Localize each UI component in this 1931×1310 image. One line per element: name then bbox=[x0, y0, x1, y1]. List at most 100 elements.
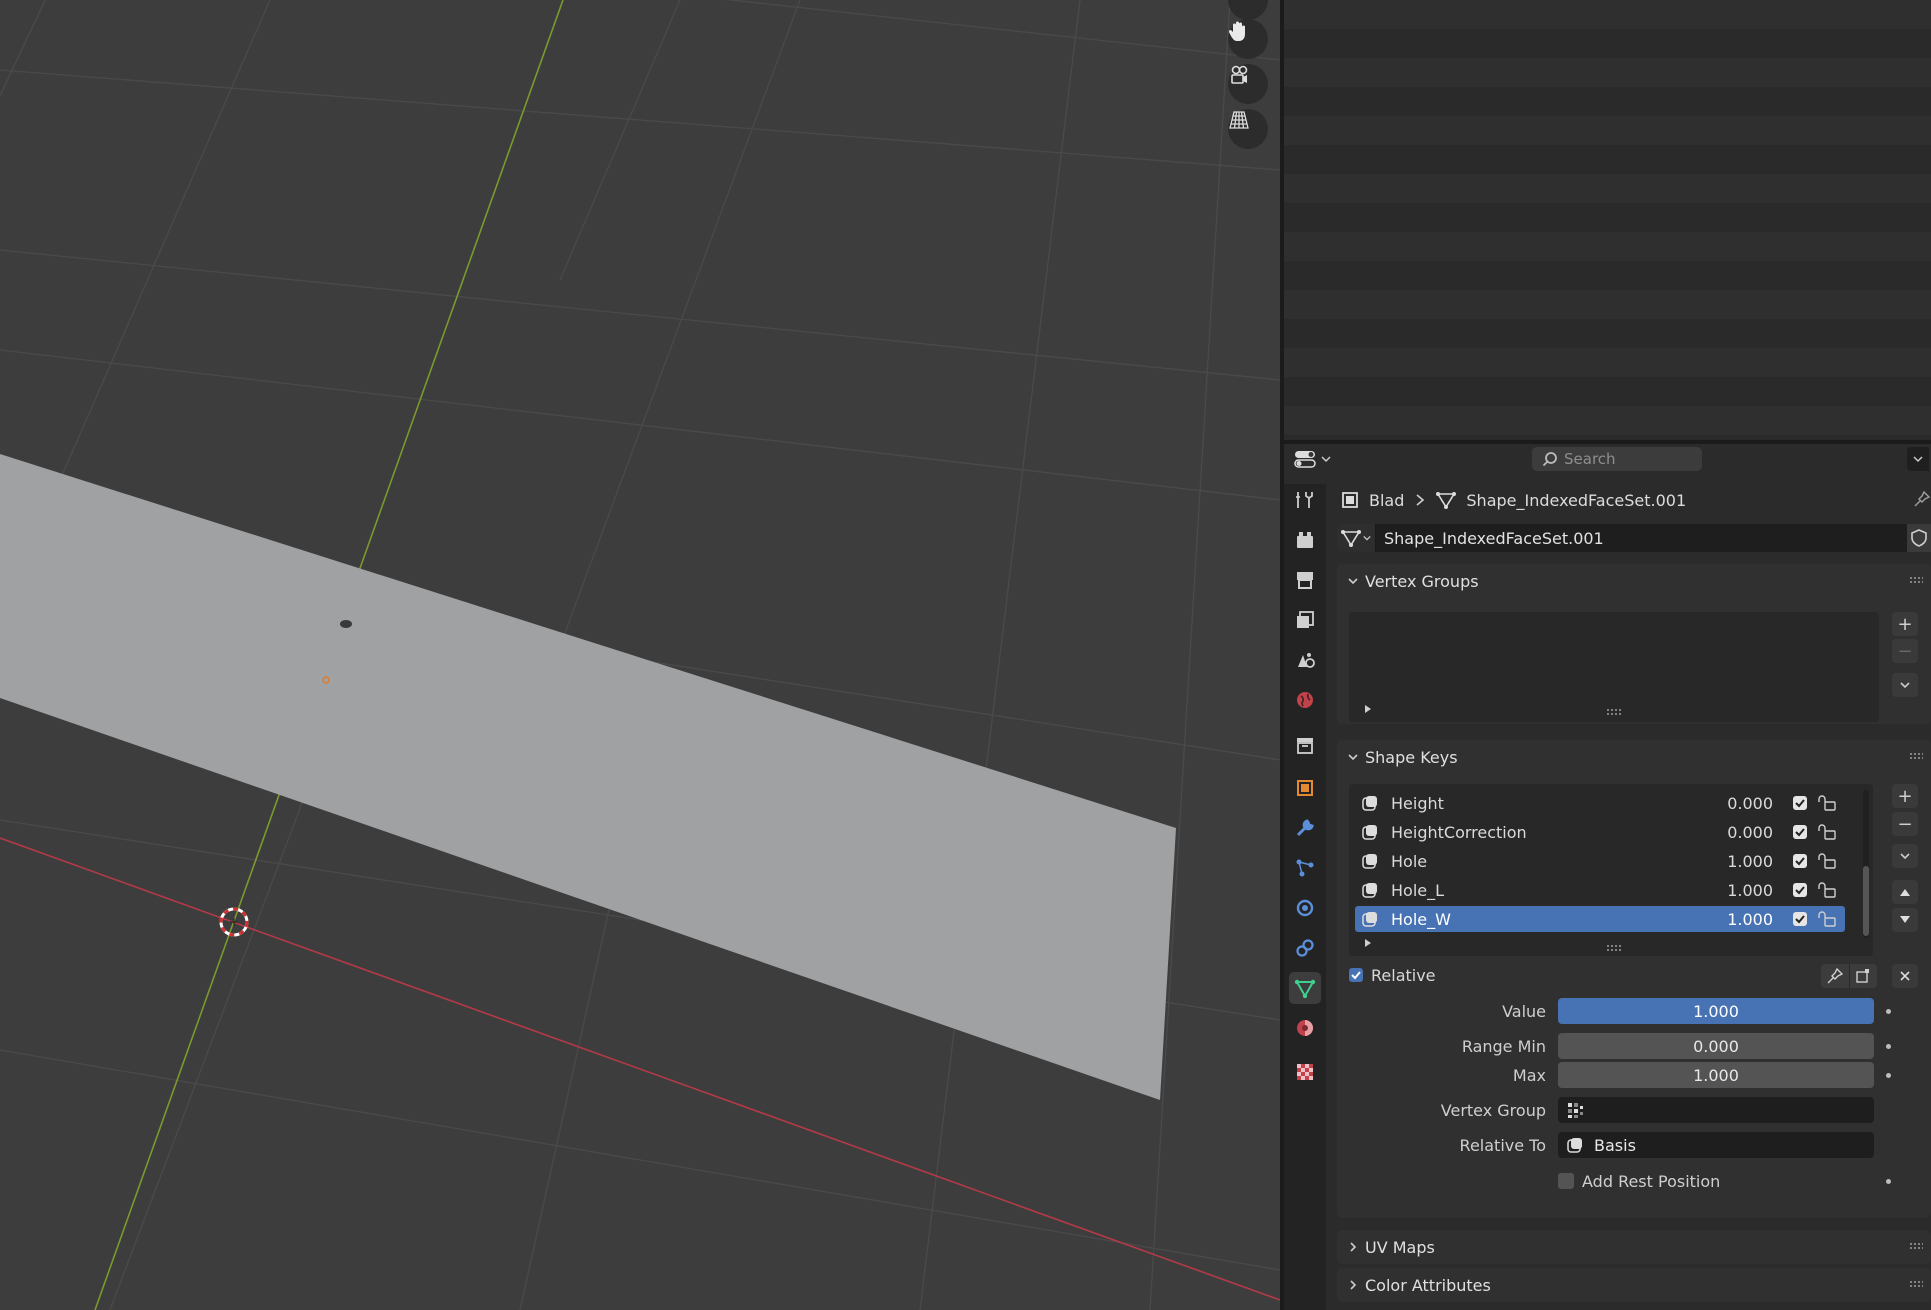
unlock-icon[interactable] bbox=[1817, 824, 1839, 840]
tab-tool[interactable] bbox=[1289, 484, 1321, 516]
viewport-canvas[interactable] bbox=[0, 0, 1280, 1310]
keyframe-dot-icon[interactable] bbox=[1886, 1178, 1891, 1184]
shape-keys-list[interactable]: Height 0.000 HeightCorrection 0.000 Hole 1.00… bbox=[1349, 784, 1873, 956]
tab-modifiers[interactable] bbox=[1289, 812, 1321, 844]
shape-keys-header[interactable]: Shape Keys bbox=[1337, 740, 1931, 774]
remove-shape-key-button[interactable]: − bbox=[1892, 812, 1918, 836]
relative-checkbox[interactable] bbox=[1349, 968, 1363, 982]
shape-key-name[interactable]: Hole_L bbox=[1391, 881, 1693, 900]
shape-key-row[interactable]: Height 0.000 bbox=[1355, 790, 1845, 816]
tab-particles[interactable] bbox=[1289, 852, 1321, 884]
uv-maps-panel[interactable]: UV Maps bbox=[1337, 1230, 1931, 1264]
tab-render[interactable] bbox=[1289, 524, 1321, 556]
camera-view-icon[interactable] bbox=[1228, 64, 1268, 104]
tab-collection[interactable] bbox=[1289, 729, 1321, 761]
shape-key-value[interactable]: 1.000 bbox=[1693, 852, 1773, 871]
add-shape-key-button[interactable]: + bbox=[1892, 784, 1918, 808]
pan-hand-icon[interactable] bbox=[1228, 19, 1268, 59]
shape-key-specials-button[interactable] bbox=[1892, 844, 1918, 868]
unlock-icon[interactable] bbox=[1817, 911, 1839, 927]
filter-expand-icon[interactable] bbox=[1363, 938, 1373, 948]
remove-vertex-group-button[interactable]: − bbox=[1892, 639, 1918, 663]
shape-key-name[interactable]: Height bbox=[1391, 794, 1693, 813]
shape-key-mute-checkbox[interactable] bbox=[1793, 854, 1807, 868]
browse-mesh-button[interactable] bbox=[1337, 524, 1376, 552]
pin-icon[interactable] bbox=[1913, 490, 1931, 508]
panel-title: Color Attributes bbox=[1365, 1275, 1491, 1295]
relative-toggle[interactable]: Relative bbox=[1349, 962, 1436, 988]
keyframe-dot-icon[interactable] bbox=[1886, 1008, 1891, 1014]
unlock-icon[interactable] bbox=[1817, 853, 1839, 869]
color-attributes-panel[interactable]: Color Attributes bbox=[1337, 1268, 1931, 1302]
mesh-datablock-selector[interactable]: Shape_IndexedFaceSet.001 bbox=[1337, 524, 1931, 552]
clear-shape-key-button[interactable] bbox=[1892, 964, 1918, 988]
vertex-group-field[interactable] bbox=[1558, 1097, 1874, 1123]
tab-material[interactable] bbox=[1289, 1012, 1321, 1044]
add-rest-position-toggle[interactable]: Add Rest Position bbox=[1558, 1172, 1874, 1191]
tab-physics[interactable] bbox=[1289, 892, 1321, 924]
shape-key-name[interactable]: HeightCorrection bbox=[1391, 823, 1693, 842]
shape-key-mute-checkbox[interactable] bbox=[1793, 883, 1807, 897]
panel-drag-handle[interactable] bbox=[1909, 752, 1923, 760]
tab-data[interactable] bbox=[1289, 972, 1321, 1004]
unlock-icon[interactable] bbox=[1817, 882, 1839, 898]
shape-key-mute-checkbox[interactable] bbox=[1793, 912, 1807, 926]
shape-key-value[interactable]: 0.000 bbox=[1693, 823, 1773, 842]
keyframe-dot-icon[interactable] bbox=[1886, 1043, 1891, 1049]
breadcrumb: Blad Shape_IndexedFaceSet.001 bbox=[1341, 488, 1686, 512]
shape-key-value[interactable]: 1.000 bbox=[1693, 881, 1773, 900]
filter-expand-icon[interactable] bbox=[1363, 704, 1373, 714]
vertex-groups-list[interactable] bbox=[1349, 612, 1879, 722]
fake-user-button[interactable] bbox=[1907, 524, 1931, 552]
shape-key-value[interactable]: 0.000 bbox=[1693, 794, 1773, 813]
list-resize-handle[interactable] bbox=[1606, 708, 1622, 716]
tab-constraints[interactable] bbox=[1289, 932, 1321, 964]
add-rest-position-checkbox[interactable] bbox=[1558, 1173, 1574, 1189]
3d-cursor-icon bbox=[219, 907, 249, 937]
texture-icon bbox=[1297, 1064, 1313, 1080]
shape-key-mute-checkbox[interactable] bbox=[1793, 796, 1807, 810]
move-shape-key-down-button[interactable] bbox=[1892, 908, 1918, 932]
tab-object[interactable] bbox=[1289, 772, 1321, 804]
mesh-name-field[interactable]: Shape_IndexedFaceSet.001 bbox=[1376, 529, 1907, 548]
panel-drag-handle[interactable] bbox=[1909, 1242, 1923, 1250]
search-field[interactable]: Search bbox=[1532, 447, 1702, 471]
header-options-chevron[interactable] bbox=[1907, 447, 1929, 471]
shape-key-name[interactable]: Hole bbox=[1391, 852, 1693, 871]
keyframe-dot-icon[interactable] bbox=[1886, 1072, 1891, 1078]
shape-key-edit-mode-button[interactable] bbox=[1848, 964, 1878, 988]
range-min-field[interactable]: 0.000 bbox=[1558, 1033, 1874, 1059]
shape-key-name[interactable]: Hole_W bbox=[1391, 910, 1693, 929]
shape-key-mute-checkbox[interactable] bbox=[1793, 825, 1807, 839]
max-field[interactable]: 1.000 bbox=[1558, 1062, 1874, 1088]
shape-key-value[interactable]: 1.000 bbox=[1693, 910, 1773, 929]
tab-view-layer[interactable] bbox=[1289, 604, 1321, 636]
3d-viewport[interactable] bbox=[0, 0, 1280, 1310]
tab-output[interactable] bbox=[1289, 564, 1321, 596]
add-vertex-group-button[interactable]: + bbox=[1892, 612, 1918, 636]
unlock-icon[interactable] bbox=[1817, 795, 1839, 811]
panel-drag-handle[interactable] bbox=[1909, 1280, 1923, 1288]
shape-key-row[interactable]: Hole_L 1.000 bbox=[1355, 877, 1845, 903]
shape-key-row[interactable]: Hole 1.000 bbox=[1355, 848, 1845, 874]
ortho-grid-icon[interactable] bbox=[1228, 109, 1268, 149]
value-slider[interactable]: 1.000 bbox=[1558, 998, 1874, 1024]
list-scrollbar[interactable] bbox=[1863, 790, 1869, 938]
vertex-groups-header[interactable]: Vertex Groups bbox=[1337, 564, 1931, 598]
outliner[interactable] bbox=[1284, 0, 1931, 440]
shape-key-lock-pin-button[interactable] bbox=[1821, 964, 1849, 988]
tab-texture[interactable] bbox=[1289, 1056, 1321, 1088]
tab-scene[interactable] bbox=[1289, 644, 1321, 676]
shape-key-row[interactable]: Hole_W 1.000 bbox=[1355, 906, 1845, 932]
move-shape-key-up-button[interactable] bbox=[1892, 880, 1918, 904]
particles-icon bbox=[1296, 859, 1314, 877]
list-resize-handle[interactable] bbox=[1606, 944, 1622, 952]
shape-key-row[interactable]: HeightCorrection 0.000 bbox=[1355, 819, 1845, 845]
relative-to-field[interactable]: Basis bbox=[1558, 1132, 1874, 1158]
relative-to-value: Basis bbox=[1594, 1135, 1636, 1155]
editor-type-button[interactable] bbox=[1294, 447, 1336, 471]
shape-key-icon bbox=[1361, 910, 1383, 928]
vertex-group-specials-button[interactable] bbox=[1892, 673, 1918, 697]
tab-world[interactable] bbox=[1289, 684, 1321, 716]
panel-drag-handle[interactable] bbox=[1909, 576, 1923, 584]
